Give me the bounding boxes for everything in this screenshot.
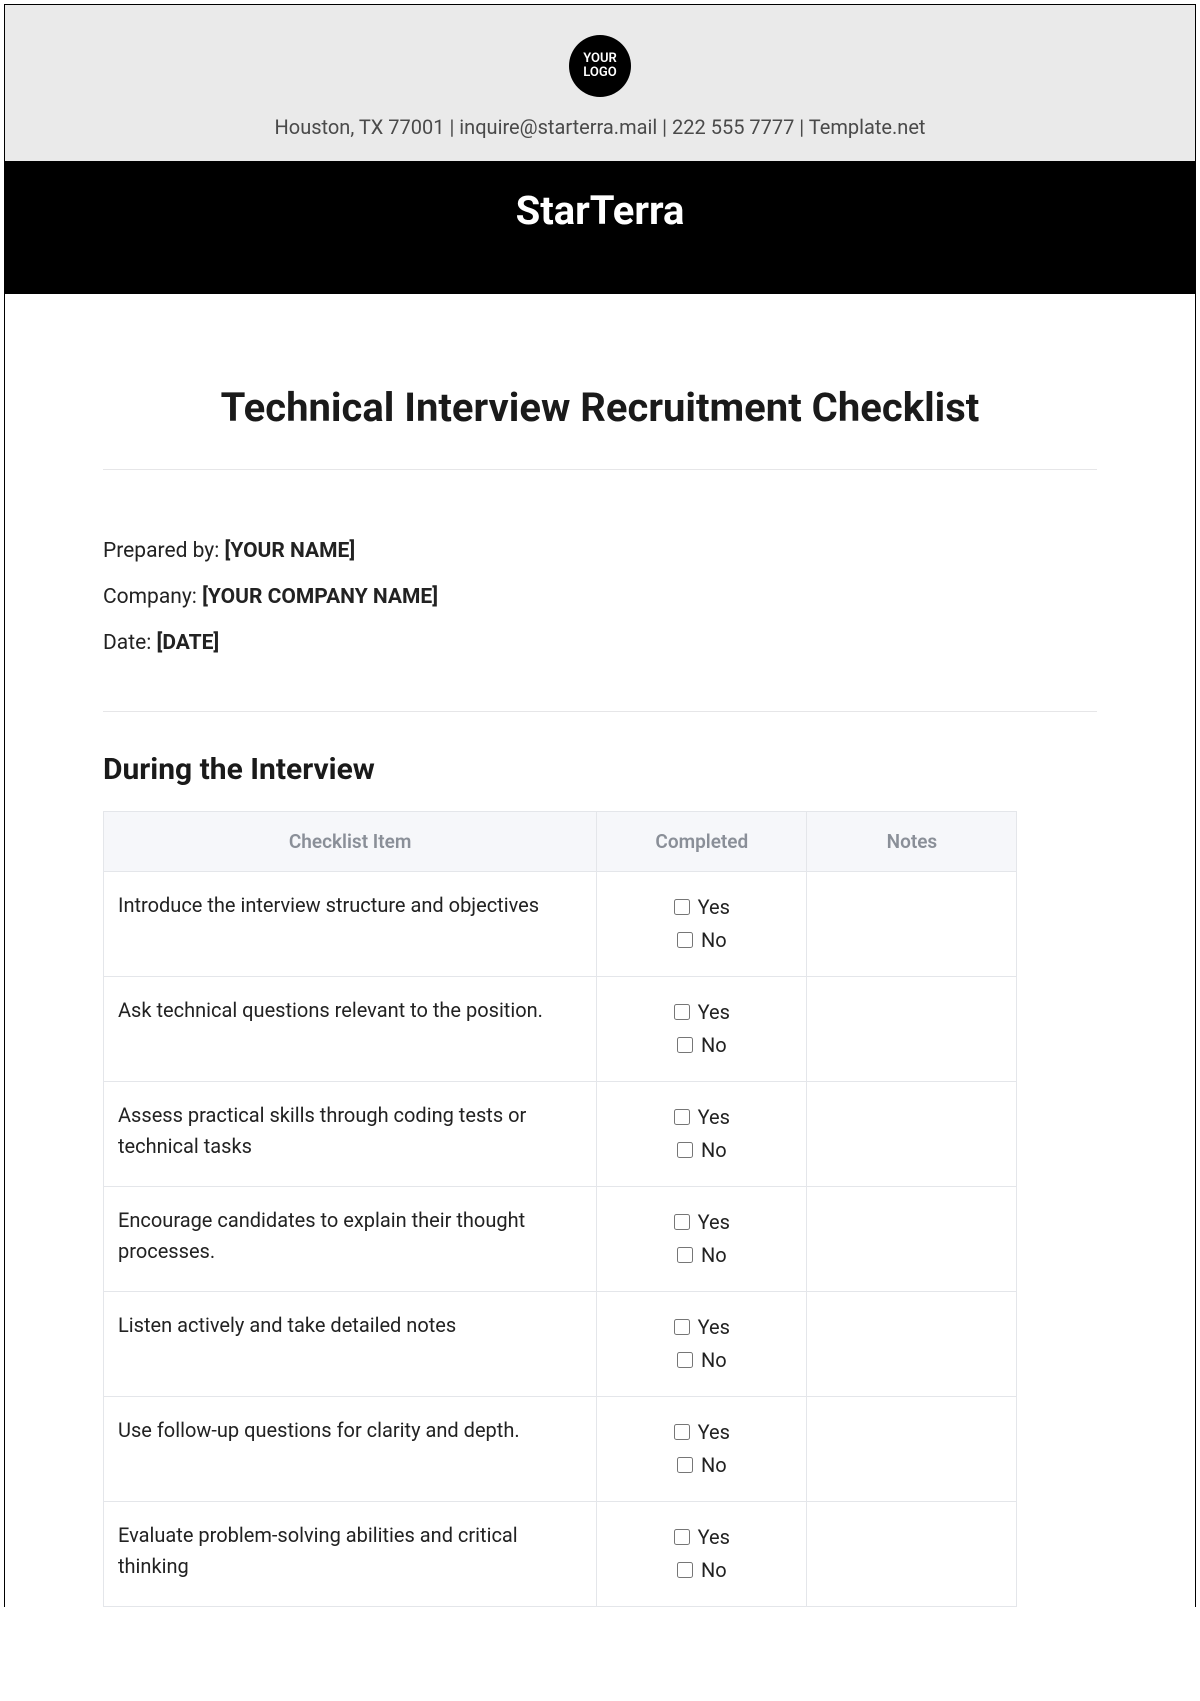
- option-no: No: [611, 925, 792, 956]
- option-yes: Yes: [611, 997, 792, 1028]
- option-yes: Yes: [611, 1102, 792, 1133]
- date-value: [DATE]: [157, 631, 220, 655]
- table-row: Encourage candidates to explain their th…: [104, 1186, 1017, 1291]
- contact-line: Houston, TX 77001 | inquire@starterra.ma…: [5, 97, 1195, 161]
- checklist-table: Checklist Item Completed Notes Introduce…: [103, 811, 1017, 1607]
- checkbox-yes[interactable]: [674, 1529, 690, 1545]
- checkbox-yes[interactable]: [674, 1109, 690, 1125]
- section-title: During the Interview: [103, 752, 1097, 787]
- divider: [103, 711, 1097, 712]
- checkbox-no[interactable]: [677, 932, 693, 948]
- col-completed: Completed: [597, 811, 807, 871]
- notes-cell[interactable]: [807, 1396, 1017, 1501]
- checklist-item-text: Use follow-up questions for clarity and …: [104, 1396, 597, 1501]
- option-yes-label: Yes: [698, 997, 730, 1028]
- option-no-label: No: [701, 1240, 727, 1271]
- option-no: No: [611, 1345, 792, 1376]
- checklist-item-text: Assess practical skills through coding t…: [104, 1081, 597, 1186]
- date-row: Date: [DATE]: [103, 620, 1097, 666]
- checklist-item-text: Evaluate problem-solving abilities and c…: [104, 1501, 597, 1606]
- checkbox-yes[interactable]: [674, 1004, 690, 1020]
- checkbox-no[interactable]: [677, 1562, 693, 1578]
- checkbox-no[interactable]: [677, 1142, 693, 1158]
- checklist-body: Introduce the interview structure and ob…: [104, 871, 1017, 1606]
- prepared-by-row: Prepared by: [YOUR NAME]: [103, 528, 1097, 574]
- logo-text: YOUR LOGO: [569, 52, 631, 81]
- checkbox-no[interactable]: [677, 1457, 693, 1473]
- page-frame: YOUR LOGO Houston, TX 77001 | inquire@st…: [4, 4, 1196, 1607]
- prepared-by-label: Prepared by:: [103, 539, 225, 563]
- option-yes-label: Yes: [698, 1522, 730, 1553]
- completed-cell: Yes No: [597, 1291, 807, 1396]
- option-no-label: No: [701, 1345, 727, 1376]
- header-area: YOUR LOGO Houston, TX 77001 | inquire@st…: [5, 5, 1195, 294]
- company-label: Company:: [103, 585, 202, 609]
- option-no: No: [611, 1450, 792, 1481]
- notes-cell[interactable]: [807, 976, 1017, 1081]
- option-no-label: No: [701, 1135, 727, 1166]
- completed-cell: Yes No: [597, 1501, 807, 1606]
- option-yes-label: Yes: [698, 1207, 730, 1238]
- option-no: No: [611, 1030, 792, 1061]
- option-yes: Yes: [611, 892, 792, 923]
- table-row: Evaluate problem-solving abilities and c…: [104, 1501, 1017, 1606]
- option-yes: Yes: [611, 1522, 792, 1553]
- option-yes-label: Yes: [698, 1417, 730, 1448]
- option-yes-label: Yes: [698, 1312, 730, 1343]
- company-value: [YOUR COMPANY NAME]: [202, 585, 438, 609]
- option-no-label: No: [701, 925, 727, 956]
- completed-cell: Yes No: [597, 976, 807, 1081]
- notes-cell[interactable]: [807, 1291, 1017, 1396]
- completed-cell: Yes No: [597, 1186, 807, 1291]
- table-row: Ask technical questions relevant to the …: [104, 976, 1017, 1081]
- checkbox-yes[interactable]: [674, 1214, 690, 1230]
- option-yes-label: Yes: [698, 1102, 730, 1133]
- prepared-by-value: [YOUR NAME]: [225, 539, 356, 563]
- table-row: Introduce the interview structure and ob…: [104, 871, 1017, 976]
- checkbox-no[interactable]: [677, 1352, 693, 1368]
- company-row: Company: [YOUR COMPANY NAME]: [103, 574, 1097, 620]
- option-yes: Yes: [611, 1312, 792, 1343]
- checkbox-yes[interactable]: [674, 899, 690, 915]
- option-no-label: No: [701, 1030, 727, 1061]
- option-no: No: [611, 1135, 792, 1166]
- notes-cell[interactable]: [807, 1501, 1017, 1606]
- checklist-item-text: Ask technical questions relevant to the …: [104, 976, 597, 1081]
- option-no: No: [611, 1555, 792, 1586]
- notes-cell[interactable]: [807, 1081, 1017, 1186]
- option-no-label: No: [701, 1450, 727, 1481]
- table-row: Assess practical skills through coding t…: [104, 1081, 1017, 1186]
- table-row: Listen actively and take detailed notes …: [104, 1291, 1017, 1396]
- table-row: Use follow-up questions for clarity and …: [104, 1396, 1017, 1501]
- checklist-item-text: Introduce the interview structure and ob…: [104, 871, 597, 976]
- checklist-item-text: Encourage candidates to explain their th…: [104, 1186, 597, 1291]
- notes-cell[interactable]: [807, 1186, 1017, 1291]
- completed-cell: Yes No: [597, 871, 807, 976]
- option-yes: Yes: [611, 1417, 792, 1448]
- page-title: Technical Interview Recruitment Checklis…: [103, 384, 1097, 431]
- notes-cell[interactable]: [807, 871, 1017, 976]
- table-header-row: Checklist Item Completed Notes: [104, 811, 1017, 871]
- checklist-item-text: Listen actively and take detailed notes: [104, 1291, 597, 1396]
- col-item: Checklist Item: [104, 811, 597, 871]
- checkbox-yes[interactable]: [674, 1424, 690, 1440]
- document-content: Technical Interview Recruitment Checklis…: [5, 294, 1195, 1607]
- completed-cell: Yes No: [597, 1081, 807, 1186]
- brand-bar: StarTerra: [5, 161, 1195, 294]
- checkbox-no[interactable]: [677, 1247, 693, 1263]
- completed-cell: Yes No: [597, 1396, 807, 1501]
- option-no-label: No: [701, 1555, 727, 1586]
- option-yes: Yes: [611, 1207, 792, 1238]
- date-label: Date:: [103, 631, 157, 655]
- checkbox-no[interactable]: [677, 1037, 693, 1053]
- checkbox-yes[interactable]: [674, 1319, 690, 1335]
- option-no: No: [611, 1240, 792, 1271]
- meta-block: Prepared by: [YOUR NAME] Company: [YOUR …: [103, 470, 1097, 711]
- option-yes-label: Yes: [698, 892, 730, 923]
- col-notes: Notes: [807, 811, 1017, 871]
- logo-placeholder: YOUR LOGO: [569, 35, 631, 97]
